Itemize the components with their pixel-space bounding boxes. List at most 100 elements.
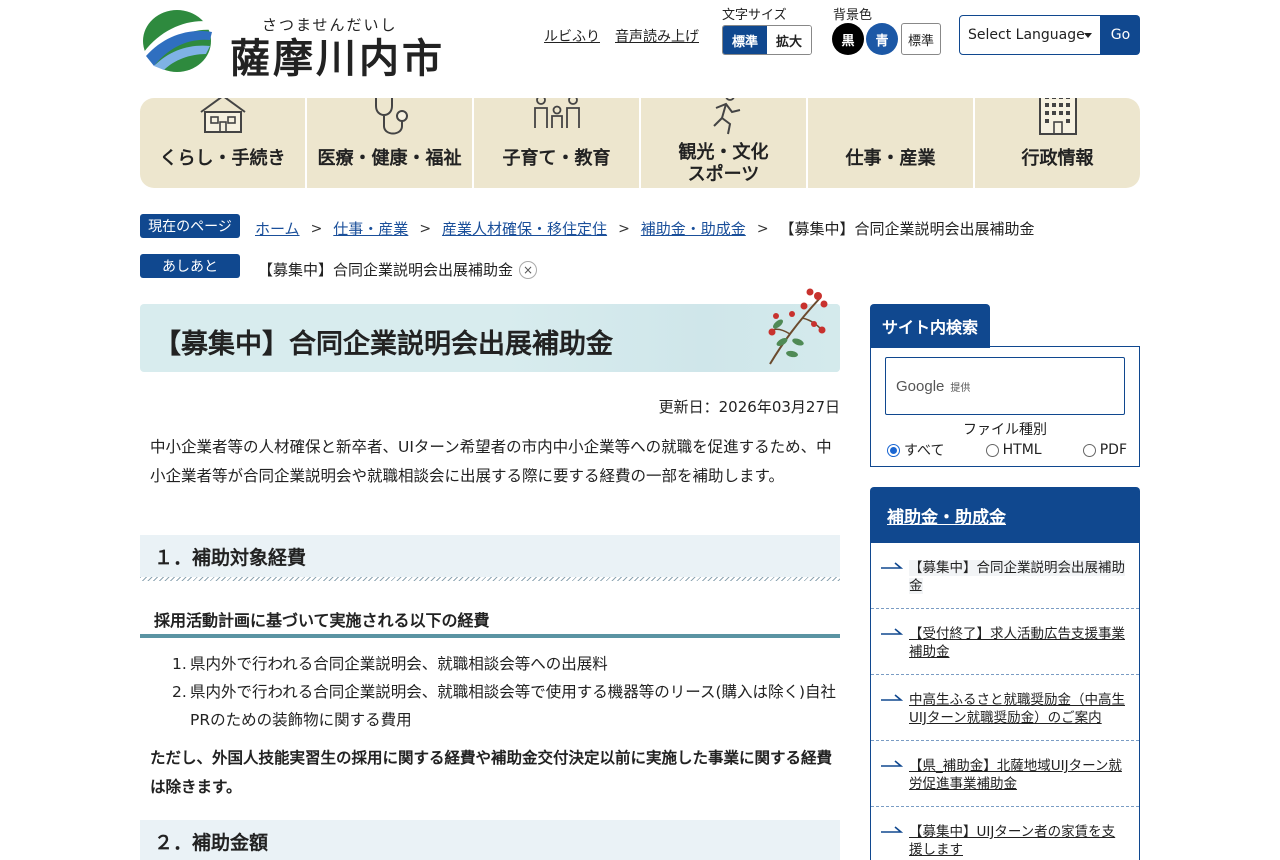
chevron-right-icon: >: [618, 220, 630, 237]
exclusion-note: ただし、外国人技能実習生の採用に関する経費や補助金交付決定以前に実施した事業に関…: [150, 749, 833, 796]
trail-tag: あしあと: [140, 254, 240, 278]
section-heading-amount: ２．補助金額: [140, 820, 840, 860]
arrow-right-icon: [881, 826, 903, 833]
page-title: 【募集中】合同企業説明会出展補助金: [154, 329, 613, 360]
chevron-right-icon: >: [756, 220, 769, 237]
city-emblem-icon: [143, 10, 212, 72]
global-nav: くらし・手続き 医療・健康・福祉 子育て・教育 観光・文化 スポーツ 仕事・産業…: [140, 98, 1140, 188]
bg-color-label: 背景色: [833, 8, 873, 23]
sidebar-item-link[interactable]: 【受付終了】求人活動広告支援事業補助金: [909, 626, 1125, 660]
nav-item-work[interactable]: 仕事・産業: [808, 98, 975, 188]
arrow-right-icon: [881, 694, 903, 701]
arrow-right-icon: [881, 562, 903, 569]
font-standard-button[interactable]: 標準: [723, 26, 767, 54]
language-select[interactable]: Select Language: [959, 15, 1101, 55]
logo-name: 薩摩川内市: [230, 35, 445, 82]
list-number: 1.: [172, 655, 187, 673]
site-logo[interactable]: さつませんだいし 薩摩川内市: [140, 8, 450, 82]
list-item: 【県_補助金】北薩地域UIJターン就労促進事業補助金: [871, 741, 1139, 807]
subsection-heading: 採用活動計画に基づいて実施される以下の経費: [140, 604, 840, 638]
nav-label: くらし・手続き: [159, 148, 286, 169]
breadcrumb-link-talent[interactable]: 産業人材確保・移住定住: [442, 218, 607, 239]
close-icon[interactable]: ×: [519, 260, 538, 279]
font-large-button[interactable]: 拡大: [767, 26, 811, 54]
nav-label: 仕事・産業: [845, 148, 936, 169]
chevron-down-icon: [1084, 33, 1092, 38]
breadcrumb-link-subsidy[interactable]: 補助金・助成金: [641, 218, 746, 239]
bg-black-button[interactable]: 黒: [832, 23, 864, 55]
nav-label-line2: スポーツ: [687, 164, 760, 185]
nav-label: 観光・文化 スポーツ: [641, 142, 806, 186]
radio-dot: [1082, 443, 1096, 457]
google-provided-label: 提供: [950, 382, 971, 394]
radio-label: PDF: [1099, 442, 1127, 458]
nav-item-living[interactable]: くらし・手続き: [140, 98, 307, 188]
sidebar-item-current: 【募集中】合同企業説明会出展補助金: [909, 560, 1125, 594]
arrow-right-icon: [881, 628, 903, 635]
voice-reader-link[interactable]: 音声読み上げ: [615, 26, 699, 46]
berry-branch-icon: [768, 288, 828, 365]
radio-all[interactable]: すべて: [887, 440, 944, 460]
radio-dot: [985, 443, 999, 457]
list-item: 【募集中】UIJターン者の家賃を支援します: [871, 807, 1139, 860]
bg-standard-button[interactable]: 標準: [901, 23, 941, 55]
chevron-right-icon: >: [310, 220, 323, 237]
lead-paragraph: 中小企業者等の人材確保と新卒者、UIターン希望者の市内中小企業等への就職を促進す…: [150, 438, 832, 485]
breadcrumb-link-work[interactable]: 仕事・産業: [333, 218, 408, 239]
breadcrumb: ホーム > 仕事・産業 > 産業人材確保・移住定住 > 補助金・助成金 > 【募…: [255, 218, 1035, 239]
stethoscope-icon: [374, 98, 408, 135]
sidebar-category-link[interactable]: 補助金・助成金: [870, 487, 1140, 543]
arrow-right-icon: [881, 760, 903, 767]
sidebar-item-link[interactable]: 【県_補助金】北薩地域UIJターン就労促進事業補助金: [909, 758, 1122, 792]
running-icon: [712, 98, 740, 135]
sidebar-item-link[interactable]: 中高生ふるさと就職奨励金（中高生UIJターン就職奨励金）のご案内: [909, 692, 1125, 726]
radio-label: HTML: [1002, 442, 1042, 458]
google-logo: Google: [896, 377, 945, 395]
breadcrumb-tag: 現在のページ: [140, 214, 240, 238]
breadcrumb-current: 【募集中】合同企業説明会出展補助金: [779, 220, 1035, 238]
footprint-trail: 【募集中】合同企業説明会出展補助金 ×: [258, 259, 538, 280]
sidebar-related-list: 【募集中】合同企業説明会出展補助金 【受付終了】求人活動広告支援事業補助金 中高…: [870, 543, 1140, 860]
font-size-label: 文字サイズ: [722, 8, 787, 23]
nav-label: 子育て・教育: [502, 148, 611, 169]
ruby-link[interactable]: ルビふり: [544, 26, 600, 46]
language-go-button[interactable]: Go: [1101, 15, 1140, 55]
font-size-group: 標準 拡大: [722, 25, 812, 55]
radio-label: すべて: [904, 443, 945, 459]
radio-pdf[interactable]: PDF: [1082, 440, 1127, 460]
nav-label-line1: 観光・文化: [678, 142, 769, 163]
list-item: 【募集中】合同企業説明会出展補助金: [871, 543, 1139, 609]
page-title-box: 【募集中】合同企業説明会出展補助金: [140, 304, 840, 372]
house-icon: [199, 98, 246, 133]
nav-item-admin[interactable]: 行政情報: [975, 98, 1140, 188]
sidebar-item-link[interactable]: 【募集中】UIJターン者の家賃を支援します: [909, 824, 1115, 858]
family-icon: [533, 98, 580, 128]
nav-item-medical[interactable]: 医療・健康・福祉: [307, 98, 474, 188]
bg-blue-button[interactable]: 青: [866, 23, 898, 55]
site-search-tab: サイト内検索: [870, 304, 990, 348]
building-icon: [1038, 98, 1077, 135]
trail-item[interactable]: 【募集中】合同企業説明会出展補助金: [258, 259, 513, 280]
list-item: 1. 県内外で行われる合同企業説明会、就職相談会等への出展料: [172, 650, 840, 678]
expense-list: 1. 県内外で行われる合同企業説明会、就職相談会等への出展料 2. 県内外で行わ…: [172, 650, 840, 734]
chevron-right-icon: >: [419, 220, 432, 237]
list-text: 県内外で行われる合同企業説明会、就職相談会等で使用する機器等のリース(購入は除く…: [190, 683, 837, 729]
language-select-value: Select Language: [968, 27, 1085, 43]
breadcrumb-link-home[interactable]: ホーム: [255, 218, 300, 239]
nav-label: 行政情報: [1021, 148, 1094, 169]
nav-item-tourism[interactable]: 観光・文化 スポーツ: [641, 98, 808, 188]
nav-label: 医療・健康・福祉: [317, 148, 462, 169]
list-item: 2. 県内外で行われる合同企業説明会、就職相談会等で使用する機器等のリース(購入…: [172, 678, 840, 734]
radio-dot: [887, 443, 900, 457]
radio-html[interactable]: HTML: [985, 440, 1042, 460]
section-heading-eligible-expenses: １．補助対象経費: [140, 535, 840, 581]
search-input[interactable]: Google 提供: [885, 357, 1125, 415]
updated-date: 更新日：2026年03月27日: [658, 398, 840, 416]
file-type-label: ファイル種別: [963, 422, 1047, 438]
file-type-radios: すべて HTML PDF: [887, 440, 1127, 460]
list-number: 2.: [172, 683, 187, 701]
nav-item-childcare[interactable]: 子育て・教育: [474, 98, 641, 188]
list-item: 【受付終了】求人活動広告支援事業補助金: [871, 609, 1139, 675]
site-search-box: Google 提供 ファイル種別 すべて HTML PDF: [870, 346, 1140, 467]
list-text: 県内外で行われる合同企業説明会、就職相談会等への出展料: [190, 655, 608, 673]
